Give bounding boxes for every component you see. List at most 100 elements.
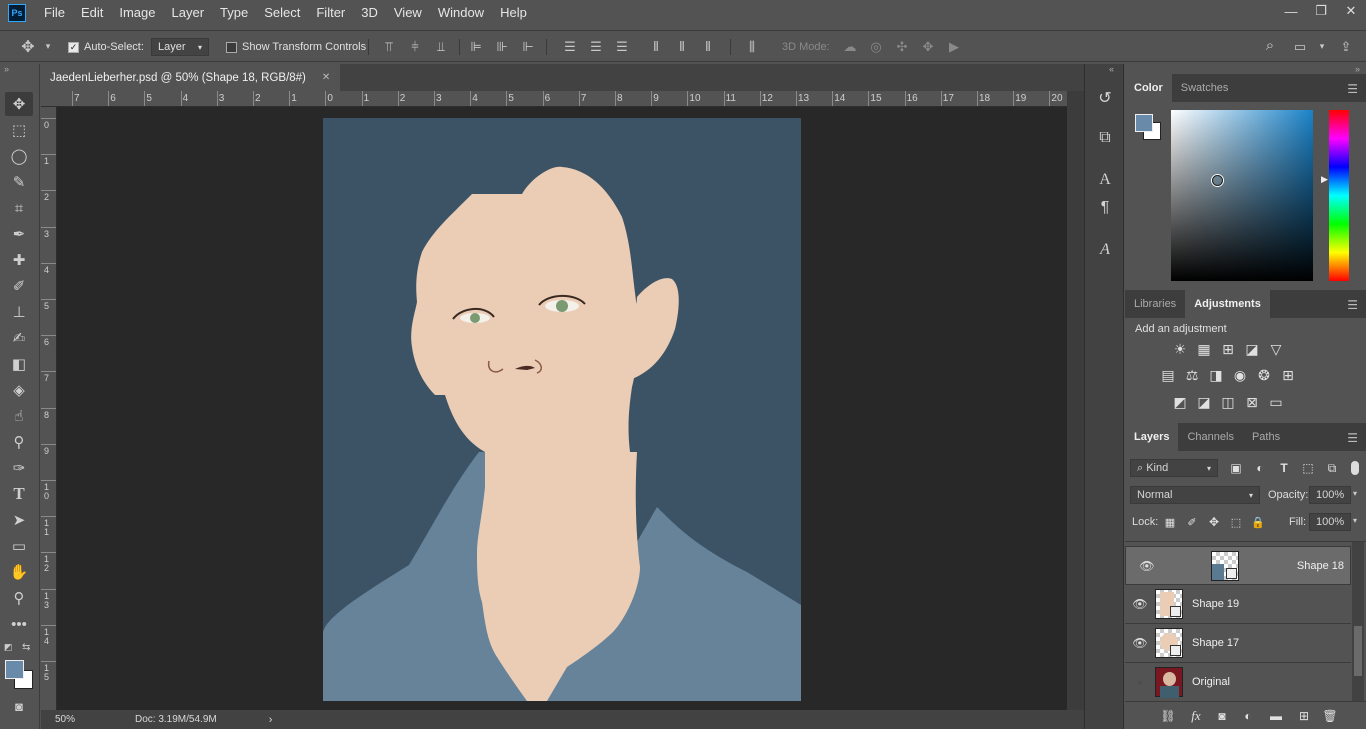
distribute-hcenter-icon[interactable]: ⫴ — [674, 39, 690, 55]
blend-mode-dropdown[interactable]: Normal ▾ — [1130, 486, 1260, 504]
brightness-icon[interactable]: ☀ — [1171, 340, 1189, 358]
close-tab-icon[interactable]: ✕ — [322, 72, 330, 83]
tab-adjustments[interactable]: Adjustments — [1185, 290, 1270, 318]
menu-help[interactable]: Help — [492, 0, 535, 26]
distribute-top-icon[interactable]: ☰ — [562, 39, 578, 55]
more-tools-icon[interactable]: ••• — [5, 612, 33, 636]
distribute-vcenter-icon[interactable]: ☰ — [588, 39, 604, 55]
hand-tool-icon[interactable]: ✋ — [5, 560, 33, 584]
channel-mixer-icon[interactable]: ❂ — [1255, 366, 1273, 384]
color-fg-swatch[interactable] — [1135, 114, 1153, 132]
menu-image[interactable]: Image — [111, 0, 163, 26]
3d-slide-icon[interactable]: ✥ — [920, 39, 936, 55]
threshold-icon[interactable]: ◫ — [1219, 393, 1237, 411]
pen-tool-icon[interactable]: ✑ — [5, 456, 33, 480]
chevron-down-icon[interactable]: ▾ — [40, 41, 56, 52]
path-select-tool-icon[interactable]: ➤ — [5, 508, 33, 532]
lock-pixels-icon[interactable]: ✐ — [1183, 513, 1201, 531]
menu-3d[interactable]: 3D — [353, 0, 386, 26]
levels-icon[interactable]: ▦ — [1195, 340, 1213, 358]
panel-menu-icon[interactable]: ☰ — [1347, 431, 1358, 445]
clone-stamp-tool-icon[interactable]: ⊥ — [5, 300, 33, 324]
paragraph-panel-icon[interactable]: ¶ — [1092, 196, 1118, 220]
chevron-down-icon[interactable]: ▾ — [1353, 489, 1357, 498]
show-transform-checkbox[interactable]: Show Transform Controls — [226, 37, 366, 57]
glyphs-panel-icon[interactable]: A — [1092, 238, 1118, 262]
move-tool-icon[interactable]: ✥ — [20, 37, 36, 57]
close-button[interactable]: ✕ — [1336, 0, 1366, 22]
type-tool-icon[interactable]: T — [5, 482, 33, 506]
auto-select-dropdown[interactable]: Layer ▾ — [151, 38, 209, 56]
gradient-map-icon[interactable]: ▭ — [1267, 393, 1285, 411]
3d-roll-icon[interactable]: ◎ — [868, 39, 884, 55]
fill-input[interactable]: 100% — [1309, 513, 1351, 531]
paint-bucket-tool-icon[interactable]: ◈ — [5, 378, 33, 402]
layer-row[interactable]: ▫ Original — [1125, 663, 1351, 701]
posterize-icon[interactable]: ◪ — [1195, 393, 1213, 411]
move-tool-icon[interactable]: ✥ — [5, 92, 33, 116]
collapse-icon[interactable]: « — [1109, 64, 1114, 74]
color-lookup-icon[interactable]: ⊞ — [1279, 366, 1297, 384]
eye-icon[interactable]: 👁 — [1125, 636, 1155, 650]
default-colors-icon[interactable]: ◩ — [4, 642, 13, 653]
menu-view[interactable]: View — [386, 0, 430, 26]
menu-file[interactable]: File — [36, 0, 73, 26]
filter-shape-icon[interactable]: ⬚ — [1299, 459, 1317, 477]
document-tab[interactable]: JaedenLieberher.psd @ 50% (Shape 18, RGB… — [40, 64, 341, 91]
healing-brush-tool-icon[interactable]: ✚ — [5, 248, 33, 272]
share-icon[interactable]: ⇪ — [1338, 39, 1354, 55]
chevron-down-icon[interactable]: ▾ — [1353, 516, 1357, 525]
panel-menu-icon[interactable]: ☰ — [1347, 298, 1358, 312]
filter-pixel-icon[interactable]: ▣ — [1227, 459, 1245, 477]
align-top-icon[interactable]: ⫪ — [381, 39, 397, 55]
crop-tool-icon[interactable]: ⌗ — [5, 196, 33, 220]
lock-transparent-icon[interactable]: ▦ — [1161, 513, 1179, 531]
distribute-right-icon[interactable]: ⫴ — [700, 39, 716, 55]
filter-adjustment-icon[interactable]: ◐ — [1251, 459, 1269, 477]
tab-paths[interactable]: Paths — [1243, 423, 1289, 451]
link-layers-icon[interactable]: ⛓ — [1159, 707, 1177, 725]
invert-icon[interactable]: ◩ — [1171, 393, 1189, 411]
eye-icon[interactable]: 👁 — [1132, 559, 1162, 573]
new-group-icon[interactable]: ▬ — [1267, 707, 1285, 725]
add-mask-icon[interactable]: ◙ — [1213, 707, 1231, 725]
3d-pan-icon[interactable]: ✣ — [894, 39, 910, 55]
menu-window[interactable]: Window — [430, 0, 492, 26]
filter-toggle[interactable] — [1351, 461, 1359, 475]
tab-layers[interactable]: Layers — [1125, 423, 1179, 451]
color-field[interactable] — [1171, 110, 1313, 281]
tab-color[interactable]: Color — [1125, 74, 1172, 102]
quick-select-tool-icon[interactable]: ✎ — [5, 170, 33, 194]
fx-icon[interactable]: fx — [1187, 707, 1205, 725]
selective-color-icon[interactable]: ⊠ — [1243, 393, 1261, 411]
vibrance-icon[interactable]: ▽ — [1267, 340, 1285, 358]
filter-smart-object-icon[interactable]: ⧉ — [1323, 459, 1341, 477]
opacity-input[interactable]: 100% — [1309, 486, 1351, 504]
eraser-tool-icon[interactable]: ◧ — [5, 352, 33, 376]
character-panel-icon[interactable]: A — [1092, 168, 1118, 192]
tab-swatches[interactable]: Swatches — [1172, 74, 1238, 102]
color-balance-icon[interactable]: ⚖ — [1183, 366, 1201, 384]
rectangle-tool-icon[interactable]: ▭ — [5, 534, 33, 558]
collapse-icon[interactable]: » — [4, 64, 9, 74]
chevron-down-icon[interactable]: ▾ — [1314, 41, 1330, 52]
vertical-scrollbar[interactable] — [1067, 91, 1084, 710]
menu-select[interactable]: Select — [256, 0, 308, 26]
smudge-tool-icon[interactable]: ☝ — [5, 404, 33, 428]
brush-tool-icon[interactable]: ✐ — [5, 274, 33, 298]
layers-scrollbar[interactable] — [1352, 542, 1364, 701]
tab-libraries[interactable]: Libraries — [1125, 290, 1185, 318]
align-hcenter-icon[interactable]: ⊪ — [494, 39, 510, 55]
lock-all-icon[interactable]: 🔒 — [1249, 513, 1267, 531]
lock-artboard-icon[interactable]: ⬚ — [1227, 513, 1245, 531]
zoom-level[interactable]: 50% — [55, 714, 115, 725]
document-canvas[interactable] — [57, 107, 1067, 710]
minimize-button[interactable]: — — [1276, 0, 1306, 22]
marquee-tool-icon[interactable]: ⬚ — [5, 118, 33, 142]
foreground-color-swatch[interactable] — [5, 660, 24, 679]
curves-icon[interactable]: ⊞ — [1219, 340, 1237, 358]
distribute-left-icon[interactable]: ⫴ — [648, 39, 664, 55]
canvas-area[interactable] — [57, 107, 1067, 710]
exposure-icon[interactable]: ◪ — [1243, 340, 1261, 358]
hue-saturation-icon[interactable]: ▤ — [1159, 366, 1177, 384]
